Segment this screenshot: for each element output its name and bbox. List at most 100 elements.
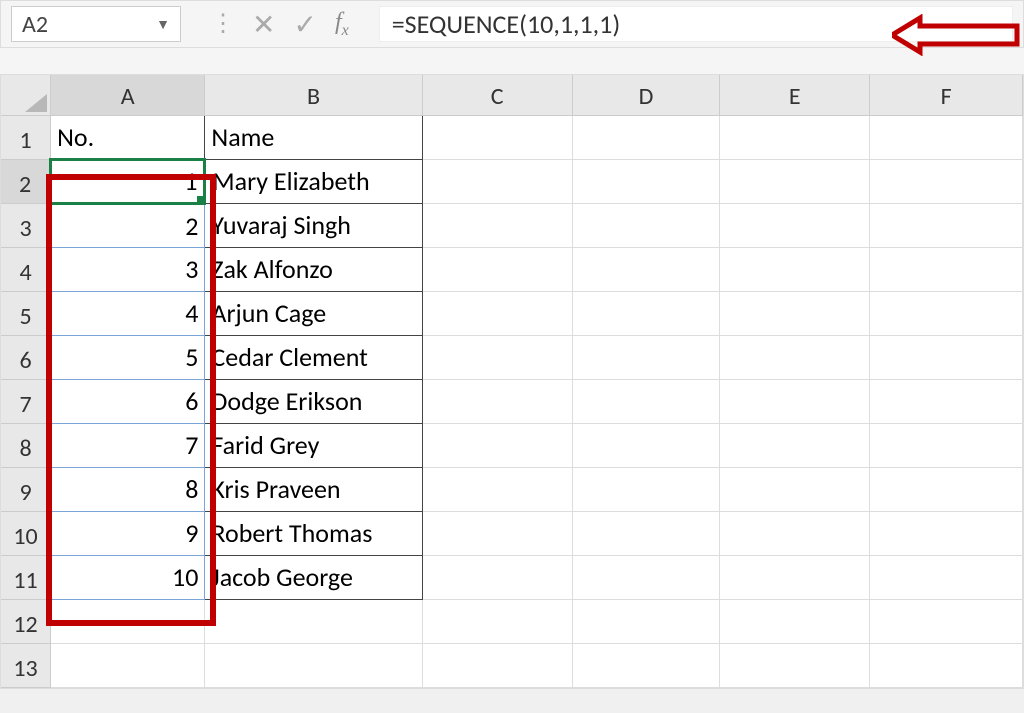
row-header[interactable]: 6 xyxy=(1,335,51,379)
cell[interactable] xyxy=(422,115,572,159)
cell[interactable] xyxy=(720,203,870,247)
row-header[interactable]: 2 xyxy=(1,159,51,203)
column-header-e[interactable]: E xyxy=(720,75,870,115)
insert-function-icon[interactable]: fx xyxy=(335,9,349,40)
cell[interactable] xyxy=(572,423,720,467)
cell-a5[interactable]: 4 xyxy=(51,291,205,335)
cell[interactable] xyxy=(422,423,572,467)
cell[interactable] xyxy=(720,335,870,379)
cell[interactable] xyxy=(720,291,870,335)
row-header[interactable]: 4 xyxy=(1,247,51,291)
cell[interactable] xyxy=(422,203,572,247)
column-header-c[interactable]: C xyxy=(422,75,572,115)
cell[interactable] xyxy=(572,159,720,203)
cell-a11[interactable]: 10 xyxy=(51,555,205,599)
cell[interactable] xyxy=(870,291,1023,335)
cell[interactable] xyxy=(870,247,1023,291)
row-header[interactable]: 9 xyxy=(1,467,51,511)
row-header[interactable]: 13 xyxy=(1,643,51,687)
cell-b4[interactable]: Zak Alfonzo xyxy=(205,247,422,291)
spreadsheet-grid[interactable]: A B C D E F 1 No. Name 2 1 Mary Elizabet… xyxy=(0,74,1024,689)
cell[interactable] xyxy=(572,203,720,247)
row-header[interactable]: 1 xyxy=(1,115,51,159)
cell[interactable] xyxy=(870,203,1023,247)
cell[interactable] xyxy=(720,423,870,467)
cell-b3[interactable]: Yuvaraj Singh xyxy=(205,203,422,247)
cell-a3[interactable]: 2 xyxy=(51,203,205,247)
cell-b8[interactable]: Farid Grey xyxy=(205,423,422,467)
cell[interactable] xyxy=(720,115,870,159)
cell[interactable] xyxy=(422,467,572,511)
cell-b1[interactable]: Name xyxy=(205,115,422,159)
cell-a6[interactable]: 5 xyxy=(51,335,205,379)
cell[interactable] xyxy=(870,467,1023,511)
row-header[interactable]: 11 xyxy=(1,555,51,599)
cell[interactable] xyxy=(422,511,572,555)
accept-icon[interactable]: ✓ xyxy=(293,7,316,42)
row-header[interactable]: 8 xyxy=(1,423,51,467)
cell[interactable] xyxy=(870,599,1023,643)
cell-a1[interactable]: No. xyxy=(51,115,205,159)
row-header[interactable]: 3 xyxy=(1,203,51,247)
cell[interactable] xyxy=(720,599,870,643)
cell[interactable] xyxy=(720,467,870,511)
cell[interactable] xyxy=(870,379,1023,423)
cell[interactable] xyxy=(572,643,720,687)
cell-b6[interactable]: Cedar Clement xyxy=(205,335,422,379)
cell[interactable] xyxy=(720,555,870,599)
cell[interactable] xyxy=(572,511,720,555)
cell[interactable] xyxy=(51,643,205,687)
cell[interactable] xyxy=(51,599,205,643)
cell[interactable] xyxy=(720,511,870,555)
cell[interactable] xyxy=(422,247,572,291)
cell[interactable] xyxy=(870,511,1023,555)
cell[interactable] xyxy=(870,643,1023,687)
cell[interactable] xyxy=(422,555,572,599)
cell[interactable] xyxy=(422,379,572,423)
cell-b7[interactable]: Dodge Erikson xyxy=(205,379,422,423)
cell[interactable] xyxy=(870,423,1023,467)
cell[interactable] xyxy=(572,247,720,291)
cell[interactable] xyxy=(720,159,870,203)
cell[interactable] xyxy=(870,335,1023,379)
cell[interactable] xyxy=(720,247,870,291)
select-all-corner[interactable] xyxy=(1,75,51,115)
cell[interactable] xyxy=(422,599,572,643)
cell[interactable] xyxy=(720,643,870,687)
cell-b2[interactable]: Mary Elizabeth xyxy=(205,159,422,203)
cell[interactable] xyxy=(205,599,422,643)
column-header-a[interactable]: A xyxy=(51,75,205,115)
cell[interactable] xyxy=(205,643,422,687)
cell[interactable] xyxy=(572,467,720,511)
row-header[interactable]: 10 xyxy=(1,511,51,555)
column-header-d[interactable]: D xyxy=(572,75,720,115)
cell[interactable] xyxy=(572,555,720,599)
cell-a4[interactable]: 3 xyxy=(51,247,205,291)
column-header-f[interactable]: F xyxy=(870,75,1023,115)
cell[interactable] xyxy=(870,555,1023,599)
row-header[interactable]: 5 xyxy=(1,291,51,335)
cell[interactable] xyxy=(870,115,1023,159)
cell-b9[interactable]: Kris Praveen xyxy=(205,467,422,511)
cell-b5[interactable]: Arjun Cage xyxy=(205,291,422,335)
cell[interactable] xyxy=(572,335,720,379)
cell[interactable] xyxy=(422,643,572,687)
cell[interactable] xyxy=(572,379,720,423)
cell[interactable] xyxy=(572,599,720,643)
cell-b10[interactable]: Robert Thomas xyxy=(205,511,422,555)
cell[interactable] xyxy=(422,159,572,203)
cell[interactable] xyxy=(422,291,572,335)
cell-a10[interactable]: 9 xyxy=(51,511,205,555)
cell-a8[interactable]: 7 xyxy=(51,423,205,467)
cell-a7[interactable]: 6 xyxy=(51,379,205,423)
row-header[interactable]: 7 xyxy=(1,379,51,423)
cell-b11[interactable]: Jacob George xyxy=(205,555,422,599)
cancel-icon[interactable]: ✕ xyxy=(252,7,275,42)
cell-a9[interactable]: 8 xyxy=(51,467,205,511)
chevron-down-icon[interactable]: ▼ xyxy=(156,16,170,33)
cell-a2-selected[interactable]: 1 xyxy=(51,159,205,203)
cell[interactable] xyxy=(422,335,572,379)
name-box[interactable]: A2 ▼ xyxy=(11,6,181,42)
cell[interactable] xyxy=(572,291,720,335)
column-header-b[interactable]: B xyxy=(205,75,422,115)
